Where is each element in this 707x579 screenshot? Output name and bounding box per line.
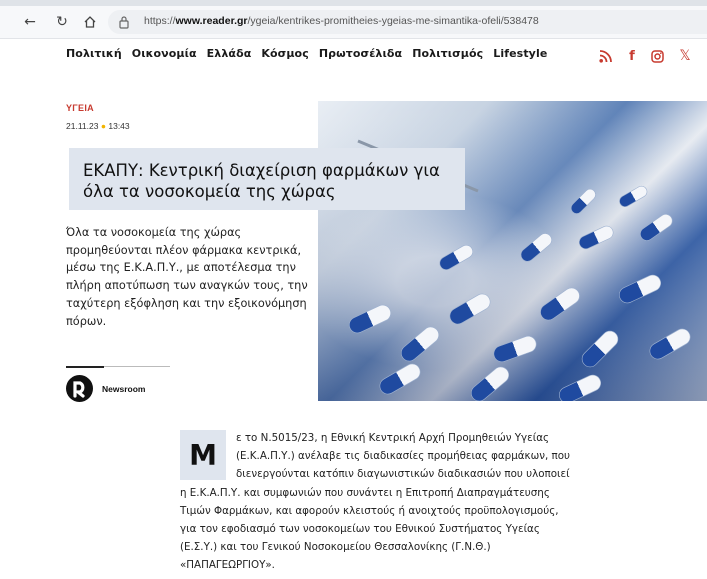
nav-item-politiki[interactable]: Πολιτική: [66, 47, 122, 67]
home-icon[interactable]: [80, 12, 100, 32]
reload-icon[interactable]: ↻: [52, 12, 72, 32]
capsules-illustration: [318, 101, 707, 401]
author-name[interactable]: Newsroom: [102, 384, 145, 394]
url-field[interactable]: https://www.reader.gr/ygeia/kentrikes-pr…: [108, 10, 707, 34]
article-lead: Όλα τα νοσοκομεία της χώρας προμηθεύοντα…: [66, 226, 308, 328]
body-dropcap: Μ: [180, 430, 226, 480]
url-text: https://www.reader.gr/ygeia/kentrikes-pr…: [144, 15, 539, 27]
author-divider-accent: [66, 366, 104, 368]
hero-image: [318, 101, 707, 401]
body-line: η Ε.Κ.Α.Π.Υ. και συμφωνιών που συνάντει …: [180, 487, 550, 499]
body-line: Τιμών Φαρμάκων, και αφορούν κλειστούς ή …: [180, 505, 559, 517]
nav-item-lifestyle[interactable]: Lifestyle: [493, 47, 547, 67]
address-bar: ← ↻ https://www.reader.gr/ygeia/kentrike…: [0, 6, 707, 39]
date-separator-dot: ●: [100, 121, 106, 131]
body-line: διενεργούνται κατόπιν διαγωνιστικών διαδ…: [236, 468, 570, 480]
facebook-icon[interactable]: f: [625, 46, 639, 66]
nav-item-kosmos[interactable]: Κόσμος: [261, 47, 308, 67]
x-icon[interactable]: 𝕏: [676, 46, 694, 66]
body-line: «ΠΑΠΑΓΕΩΡΓΙΟΥ».: [180, 559, 275, 571]
body-line: (Ε.Σ.Υ.) και του Γενικού Νοσοκομείου Θεσ…: [180, 541, 491, 553]
rss-icon[interactable]: [596, 46, 614, 66]
title-panel: ΕΚΑΠΥ: Κεντρική διαχείριση φαρμάκων για …: [69, 148, 465, 210]
body-line: ε το Ν.5015/23, η Εθνική Κεντρική Αρχή Π…: [236, 432, 550, 444]
nav-item-ellada[interactable]: Ελλάδα: [207, 47, 252, 67]
main-navigation: Πολιτική Οικονομία Ελλάδα Κόσμος Πρωτοσέ…: [66, 47, 547, 67]
nav-item-oikonomia[interactable]: Οικονομία: [132, 47, 197, 67]
author-avatar[interactable]: [66, 375, 93, 402]
instagram-icon[interactable]: [648, 46, 666, 66]
article-date: 21.11.23 ● 13:43: [66, 121, 130, 131]
back-arrow-icon[interactable]: ←: [20, 12, 40, 32]
body-line: (Ε.Κ.Α.Π.Υ.) ανέλαβε τις διαδικασίες προ…: [236, 450, 570, 462]
nav-item-politismos[interactable]: Πολιτισμός: [412, 47, 483, 67]
lock-icon: [118, 15, 130, 29]
nav-item-protoselida[interactable]: Πρωτοσέλιδα: [319, 47, 402, 67]
article-category[interactable]: ΥΓΕΙΑ: [66, 103, 94, 113]
article-title: ΕΚΑΠΥ: Κεντρική διαχείριση φαρμάκων για …: [83, 161, 440, 201]
body-line: για τον εφοδιασμό των νοσοκομείων του Εθ…: [180, 523, 540, 535]
